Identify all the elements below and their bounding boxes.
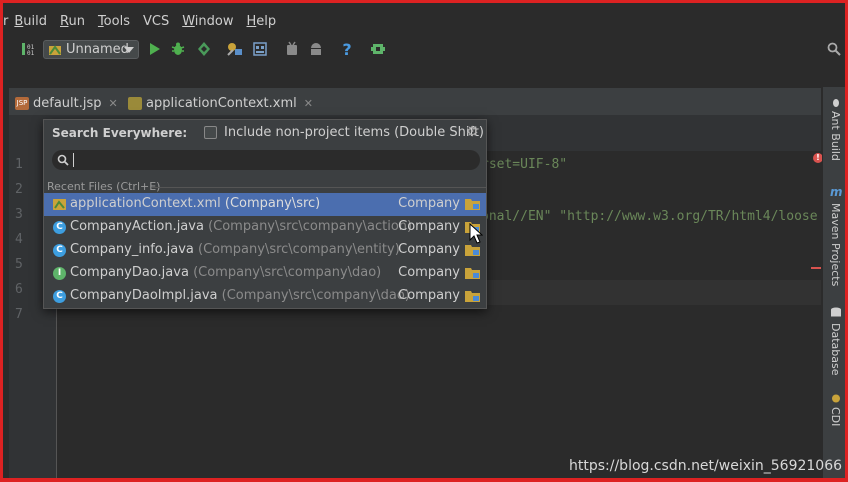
tool-database[interactable]: Database — [829, 323, 842, 376]
recent-files-header: Recent Files (Ctrl+E) — [47, 180, 161, 193]
right-tool-window-strip: Ant Build m Maven Projects Database CDI — [822, 87, 845, 478]
tab-label: default.jsp — [33, 95, 102, 111]
interface-icon: I — [53, 267, 66, 280]
result-label: CompanyDao.java (Company\src\company\dao… — [70, 265, 382, 280]
module-folder-icon — [465, 291, 480, 302]
tool-maven-projects[interactable]: Maven Projects — [829, 203, 842, 286]
menu-item-window[interactable]: Window — [182, 14, 233, 29]
config-icon — [49, 44, 61, 55]
xml-file-icon — [53, 199, 66, 210]
tool-cdi[interactable]: CDI — [829, 407, 842, 426]
result-project: Company — [398, 265, 460, 280]
module-folder-icon — [465, 245, 480, 256]
maven-icon: m — [830, 185, 843, 199]
result-label: applicationContext.xml (Company\src) — [70, 196, 321, 211]
tab-default-jsp[interactable]: JSP default.jsp ✕ — [15, 91, 118, 115]
result-project: Company — [398, 219, 460, 234]
svg-text:01: 01 — [27, 50, 35, 57]
result-row[interactable]: applicationContext.xml (Company\src) Com… — [44, 193, 486, 216]
main-toolbar: 01 01 Unnamed ? — [3, 36, 845, 64]
class-icon: C — [53, 244, 66, 257]
result-project: Company — [398, 242, 460, 257]
menu-item-vcs[interactable]: VCS — [143, 14, 169, 29]
menu-item-build[interactable]: Build — [14, 14, 47, 29]
tool-ant-build[interactable]: Ant Build — [829, 111, 842, 161]
result-row[interactable]: C Company_info.java (Company\src\company… — [44, 239, 486, 262]
line-number: 5 — [15, 257, 23, 272]
sdk-manager-icon[interactable] — [251, 36, 269, 62]
result-label: CompanyDaoImpl.java (Company\src\company… — [70, 288, 410, 303]
search-everywhere-icon[interactable] — [825, 36, 843, 62]
class-icon: C — [53, 290, 66, 303]
code-line-1: rset=UIF-8" — [481, 157, 568, 172]
menu-item-help[interactable]: Help — [246, 14, 276, 29]
close-icon[interactable]: ✕ — [304, 97, 313, 110]
tab-label: applicationContext.xml — [146, 95, 297, 111]
debug-bug-icon[interactable] — [169, 36, 187, 62]
run-icon[interactable] — [145, 36, 163, 62]
line-number: 4 — [15, 232, 23, 247]
module-folder-icon — [465, 199, 480, 210]
search-everywhere-popup: Search Everywhere: Include non-project i… — [43, 119, 487, 309]
error-stripe-mark — [811, 267, 821, 269]
search-input[interactable] — [72, 151, 472, 169]
module-folder-icon — [465, 268, 480, 279]
search-icon — [57, 154, 69, 166]
plugin-icon[interactable] — [369, 36, 387, 62]
result-row[interactable]: C CompanyDaoImpl.java (Company\src\compa… — [44, 285, 486, 308]
tab-application-context[interactable]: applicationContext.xml ✕ — [128, 91, 313, 115]
section-divider — [152, 187, 486, 188]
search-field-container — [52, 150, 480, 170]
line-number: 2 — [15, 182, 23, 197]
include-non-project-checkbox[interactable] — [204, 126, 217, 139]
menu-item-partial[interactable]: r — [3, 14, 8, 29]
mouse-cursor-icon — [469, 223, 483, 244]
ide-window: r Build Run Tools VCS Window Help 01 01 U… — [0, 0, 848, 482]
line-number: 6 — [15, 282, 23, 297]
chevron-down-icon — [124, 47, 134, 53]
jsp-file-icon: JSP — [15, 96, 29, 110]
result-label: CompanyAction.java (Company\src\company\… — [70, 219, 413, 234]
line-number: 7 — [15, 307, 23, 322]
result-project: Company — [398, 288, 460, 303]
code-line-3: onal//EN" "http://www.w3.org/TR/html4/lo… — [481, 209, 818, 224]
coverage-icon[interactable] — [195, 36, 213, 62]
result-label: Company_info.java (Company\src\company\e… — [70, 242, 400, 257]
result-row[interactable]: I CompanyDao.java (Company\src\company\d… — [44, 262, 486, 285]
ant-icon — [833, 99, 839, 107]
line-number: 3 — [15, 207, 23, 222]
menu-bar: r Build Run Tools VCS Window Help — [3, 10, 845, 32]
project-structure-icon[interactable] — [225, 36, 245, 62]
help-icon[interactable]: ? — [338, 36, 356, 62]
run-config-select[interactable]: Unnamed — [43, 40, 139, 59]
run-config-label: Unnamed — [66, 42, 129, 57]
xml-file-icon — [128, 96, 142, 110]
gear-icon[interactable]: ⚙ — [466, 124, 479, 140]
cdi-icon — [832, 394, 840, 403]
database-icon — [831, 307, 841, 317]
debug-icon[interactable]: 01 01 — [19, 36, 37, 62]
result-project: Company — [398, 196, 460, 211]
android-device-icon[interactable] — [283, 36, 301, 62]
menu-item-tools[interactable]: Tools — [98, 14, 130, 29]
line-number: 1 — [15, 157, 23, 172]
include-non-project-label[interactable]: Include non-project items (Double Shift) — [224, 125, 484, 140]
android-icon[interactable] — [307, 36, 325, 62]
class-icon: C — [53, 221, 66, 234]
result-row[interactable]: C CompanyAction.java (Company\src\compan… — [44, 216, 486, 239]
popup-title: Search Everywhere: — [52, 126, 188, 140]
close-icon[interactable]: ✕ — [109, 97, 118, 110]
text-caret — [73, 153, 74, 167]
editor-tab-bar: JSP default.jsp ✕ applicationContext.xml… — [9, 87, 821, 115]
menu-item-run[interactable]: Run — [60, 14, 85, 29]
watermark-text: https://blog.csdn.net/weixin_56921066 — [569, 458, 843, 474]
